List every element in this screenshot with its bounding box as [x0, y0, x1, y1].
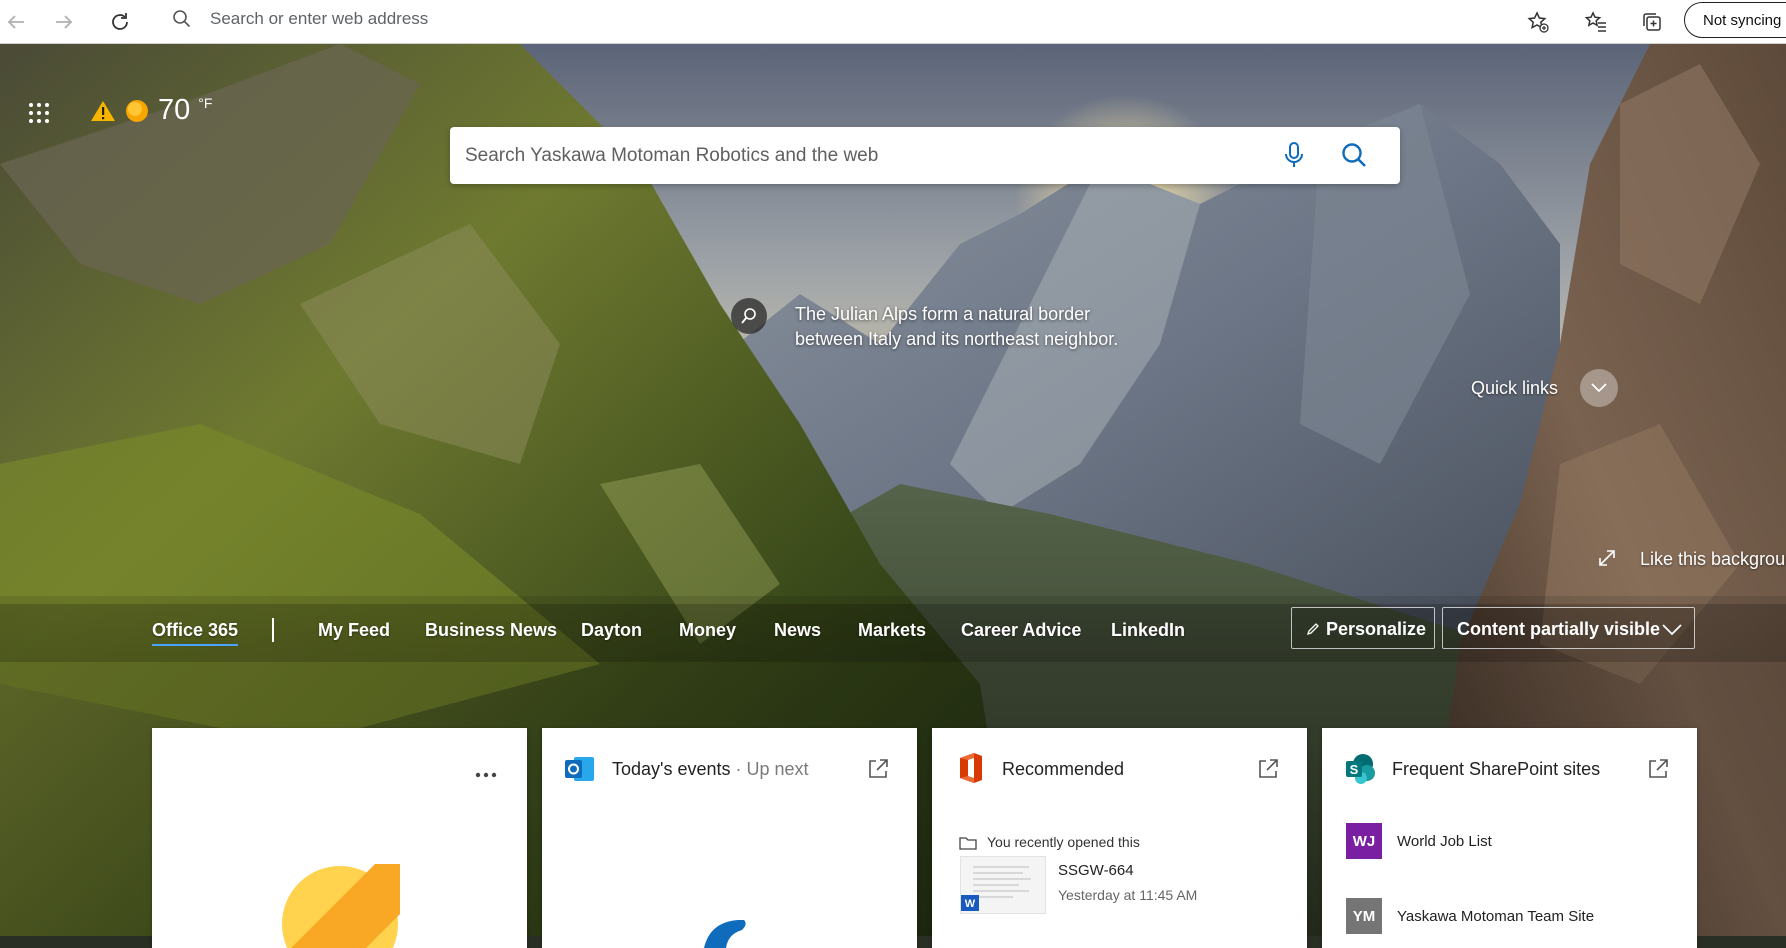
- refresh-button[interactable]: [104, 6, 136, 38]
- events-subtitle: Up next: [746, 759, 809, 779]
- personalize-label: Personalize: [1326, 619, 1427, 639]
- browser-toolbar: Search or enter web address Not syncing: [0, 0, 1786, 44]
- weather-widget[interactable]: 70 °F: [90, 94, 212, 127]
- forward-arrow-icon: [56, 15, 73, 29]
- tab-markets[interactable]: Markets: [858, 620, 926, 641]
- events-card: Today's events · Up next: [542, 728, 917, 948]
- tab-office-365[interactable]: Office 365: [152, 620, 239, 646]
- temperature-value: 70: [158, 94, 191, 126]
- open-external-icon: [1649, 759, 1668, 778]
- document-timestamp: Yesterday at 11:45 AM: [1058, 887, 1198, 903]
- site-tile[interactable]: WJ: [1346, 823, 1382, 859]
- temperature-unit: °F: [198, 94, 213, 111]
- svg-text:S: S: [1350, 762, 1359, 777]
- office-card: [152, 728, 527, 948]
- waffle-icon: [29, 103, 49, 123]
- chevron-down-icon: [1662, 624, 1682, 636]
- open-office-button[interactable]: [1257, 758, 1279, 785]
- open-external-icon: [1259, 759, 1278, 778]
- collections-button[interactable]: [1636, 6, 1668, 38]
- web-search-box[interactable]: Search Yaskawa Motoman Robotics and the …: [450, 127, 1400, 184]
- expand-icon: [1599, 550, 1615, 566]
- sharepoint-title: Frequent SharePoint sites: [1392, 759, 1601, 779]
- content-visibility-label: Content partially visible: [1457, 619, 1661, 639]
- tab-news[interactable]: News: [774, 620, 821, 641]
- search-icon: [1342, 143, 1366, 167]
- back-button[interactable]: [0, 6, 32, 38]
- content-visibility-dropdown[interactable]: Content partially visible: [1442, 607, 1695, 649]
- open-outlook-button[interactable]: [867, 758, 889, 785]
- pencil-icon: [1306, 623, 1319, 636]
- like-background-link[interactable]: Like this background?: [1640, 549, 1786, 570]
- events-card-title: Today's events · Up next: [612, 759, 809, 780]
- tab-business-news[interactable]: Business News: [425, 620, 557, 641]
- tab-my-feed[interactable]: My Feed: [318, 620, 390, 641]
- address-placeholder: Search or enter web address: [210, 9, 429, 28]
- calendar-illustration-icon: [704, 920, 746, 948]
- quick-links-toggle[interactable]: [1580, 369, 1618, 407]
- expand-background-button[interactable]: [1598, 549, 1616, 572]
- tab-dayton[interactable]: Dayton: [581, 620, 642, 641]
- chevron-down-icon: [1591, 383, 1607, 393]
- sharepoint-icon: S: [1346, 754, 1375, 784]
- warning-icon: [91, 100, 115, 121]
- back-arrow-icon: [7, 15, 24, 29]
- folder-icon: [959, 837, 977, 850]
- refresh-icon: [112, 13, 128, 30]
- more-options-button[interactable]: [475, 768, 497, 778]
- personalize-button[interactable]: Personalize: [1291, 607, 1435, 649]
- magnifier-icon: [741, 308, 756, 324]
- tab-divider: [272, 618, 274, 642]
- office-illustration-icon: [282, 864, 400, 948]
- image-info-button[interactable]: [731, 298, 767, 334]
- document-thumbnail[interactable]: W: [960, 856, 1046, 914]
- recommended-card: Recommended You recently opened this W S…: [932, 728, 1307, 948]
- favorites-button[interactable]: [1580, 6, 1612, 38]
- search-icon: [173, 10, 191, 28]
- forward-button[interactable]: [48, 6, 80, 38]
- favorites-icon: [1584, 11, 1606, 32]
- microphone-icon: [1285, 142, 1303, 167]
- background-caption[interactable]: The Julian Alps form a natural border be…: [795, 302, 1155, 352]
- more-icon: [475, 772, 497, 778]
- tab-linkedin[interactable]: LinkedIn: [1111, 620, 1185, 641]
- add-favorite-button[interactable]: [1522, 6, 1554, 38]
- site-name[interactable]: World Job List: [1397, 833, 1492, 850]
- voice-search-button[interactable]: [1282, 141, 1306, 174]
- office-logo-icon: [960, 753, 982, 783]
- tab-money[interactable]: Money: [679, 620, 736, 641]
- star-add-icon: [1527, 11, 1549, 33]
- open-sharepoint-button[interactable]: [1647, 758, 1669, 785]
- search-submit-button[interactable]: [1340, 141, 1368, 174]
- open-external-icon: [869, 759, 888, 778]
- document-preview-icon: W: [961, 866, 1031, 911]
- svg-text:W: W: [965, 898, 976, 910]
- recent-section-label: You recently opened this: [987, 834, 1140, 850]
- outlook-icon: [565, 757, 594, 781]
- address-bar[interactable]: Search or enter web address: [154, 0, 1564, 38]
- recommended-title: Recommended: [1002, 759, 1125, 779]
- quick-links-label[interactable]: Quick links: [1471, 378, 1558, 399]
- site-name[interactable]: Yaskawa Motoman Team Site: [1397, 908, 1594, 925]
- sharepoint-card: S Frequent SharePoint sites WJ World Job…: [1322, 728, 1697, 948]
- collections-icon: [1643, 13, 1661, 31]
- site-tile[interactable]: YM: [1346, 898, 1382, 934]
- document-name[interactable]: SSGW-664: [1058, 862, 1134, 879]
- profile-sync-button[interactable]: Not syncing: [1684, 2, 1786, 38]
- sun-icon: [126, 99, 148, 122]
- events-separator: ·: [730, 759, 747, 779]
- search-placeholder: Search Yaskawa Motoman Robotics and the …: [465, 145, 879, 166]
- tab-career-advice[interactable]: Career Advice: [961, 620, 1081, 641]
- events-title: Today's events: [612, 759, 731, 779]
- app-launcher-button[interactable]: [28, 102, 50, 124]
